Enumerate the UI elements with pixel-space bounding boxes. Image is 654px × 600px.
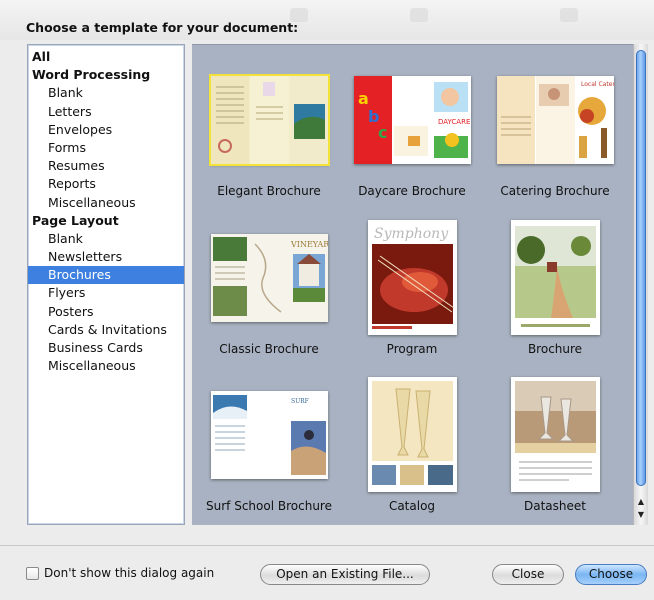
template-caption: Brochure: [527, 342, 583, 356]
template-gallery[interactable]: Elegant Brochure a b c DAYCARE Daycare B…: [192, 44, 633, 525]
template-caption: Surf School Brochure: [206, 499, 332, 513]
sidebar-item[interactable]: Cards & Invitations: [28, 321, 184, 339]
template-caption: Catering Brochure: [500, 184, 610, 198]
sidebar-item[interactable]: Posters: [28, 303, 184, 321]
sidebar-item[interactable]: Letters: [28, 103, 184, 121]
svg-text:VINEYARD: VINEYARD: [290, 240, 328, 249]
sidebar-item[interactable]: Flyers: [28, 284, 184, 302]
template-thumb-catering-brochure[interactable]: Local Catering: [497, 76, 614, 164]
dont-show-again-checkbox[interactable]: [26, 566, 39, 580]
scroll-up-arrow-icon[interactable]: ▲: [635, 496, 647, 508]
svg-text:DAYCARE: DAYCARE: [438, 118, 470, 126]
sidebar-item[interactable]: Business Cards: [28, 339, 184, 357]
template-caption: Catalog: [388, 499, 436, 513]
open-existing-file-button[interactable]: Open an Existing File...: [260, 564, 430, 585]
template-caption: Datasheet: [524, 499, 586, 513]
gallery-scrollbar[interactable]: ▲ ▼: [633, 44, 648, 525]
sidebar-item[interactable]: Blank: [28, 230, 184, 248]
svg-text:Local Catering: Local Catering: [581, 81, 614, 88]
template-caption: Elegant Brochure: [217, 184, 321, 198]
dont-show-again-option[interactable]: Don't show this dialog again: [26, 566, 214, 580]
choose-button[interactable]: Choose: [575, 564, 647, 585]
toolbar-ghost-icon: [560, 8, 578, 22]
sidebar-item[interactable]: Miscellaneous: [28, 194, 184, 212]
sidebar-group-header[interactable]: Page Layout: [28, 212, 184, 230]
sidebar-item[interactable]: Brochures: [28, 266, 184, 285]
sidebar-item[interactable]: Reports: [28, 175, 184, 193]
svg-text:Symphony: Symphony: [374, 226, 449, 242]
footer-divider: [0, 545, 654, 546]
template-caption: Classic Brochure: [219, 342, 319, 356]
template-thumb-classic-brochure[interactable]: VINEYARD: [211, 234, 328, 322]
template-thumb-brochure[interactable]: [511, 220, 600, 335]
sidebar-item[interactable]: Newsletters: [28, 248, 184, 266]
close-button[interactable]: Close: [492, 564, 564, 585]
template-thumb-daycare-brochure[interactable]: a b c DAYCARE: [354, 76, 471, 164]
category-list[interactable]: All Word Processing Blank Letters Envelopes F…: [27, 44, 185, 525]
svg-text:a: a: [358, 89, 369, 108]
sidebar-item[interactable]: Envelopes: [28, 121, 184, 139]
sidebar-item[interactable]: Miscellaneous: [28, 357, 184, 375]
sidebar-item[interactable]: Resumes: [28, 157, 184, 175]
scroll-down-arrow-icon[interactable]: ▼: [635, 509, 647, 521]
template-caption: Program: [386, 342, 438, 356]
template-thumb-catalog[interactable]: [368, 377, 457, 492]
template-thumb-datasheet[interactable]: [511, 377, 600, 492]
sidebar-group-header[interactable]: Word Processing: [28, 66, 184, 84]
svg-text:SURF: SURF: [291, 398, 309, 405]
dont-show-again-label: Don't show this dialog again: [44, 566, 215, 580]
sidebar-group-header[interactable]: All: [28, 48, 184, 66]
template-caption: Daycare Brochure: [358, 184, 466, 198]
sidebar-item[interactable]: Blank: [28, 84, 184, 102]
template-thumb-program[interactable]: Symphony: [368, 220, 457, 335]
sidebar-item[interactable]: Forms: [28, 139, 184, 157]
svg-text:c: c: [378, 123, 387, 142]
template-thumb-surf-school-brochure[interactable]: SURF: [211, 391, 328, 479]
template-thumb-elegant-brochure[interactable]: [209, 74, 330, 166]
dialog-heading: Choose a template for your document:: [26, 20, 299, 35]
scrollbar-thumb[interactable]: [636, 50, 646, 486]
toolbar-ghost-icon: [410, 8, 428, 22]
